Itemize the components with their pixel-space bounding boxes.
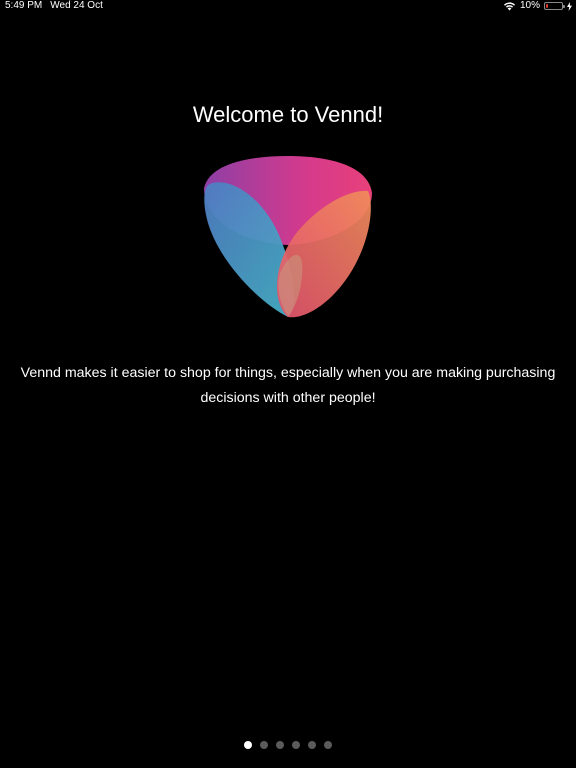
page-dot[interactable] bbox=[276, 741, 284, 749]
charging-icon bbox=[567, 1, 572, 11]
wifi-icon bbox=[503, 1, 516, 11]
page-dot[interactable] bbox=[324, 741, 332, 749]
battery-icon bbox=[544, 2, 565, 10]
welcome-title: Welcome to Vennd! bbox=[192, 102, 384, 127]
onboarding-description: Vennd makes it easier to shop for things… bbox=[20, 365, 556, 406]
battery-level-fill bbox=[546, 4, 548, 8]
page-dot-active[interactable] bbox=[244, 741, 252, 749]
page-dot[interactable] bbox=[308, 741, 316, 749]
page-dot[interactable] bbox=[260, 741, 268, 749]
status-date: Wed 24 Oct bbox=[50, 0, 103, 11]
vennd-logo bbox=[200, 153, 376, 321]
page-indicator[interactable] bbox=[0, 741, 576, 749]
status-time: 5:49 PM bbox=[5, 0, 43, 11]
status-left: 5:49 PM Wed 24 Oct bbox=[5, 0, 103, 12]
status-bar: 5:49 PM Wed 24 Oct 10% bbox=[0, 0, 576, 14]
page-dot[interactable] bbox=[292, 741, 300, 749]
status-right: 10% bbox=[503, 0, 572, 12]
battery-percent: 10% bbox=[519, 0, 540, 11]
